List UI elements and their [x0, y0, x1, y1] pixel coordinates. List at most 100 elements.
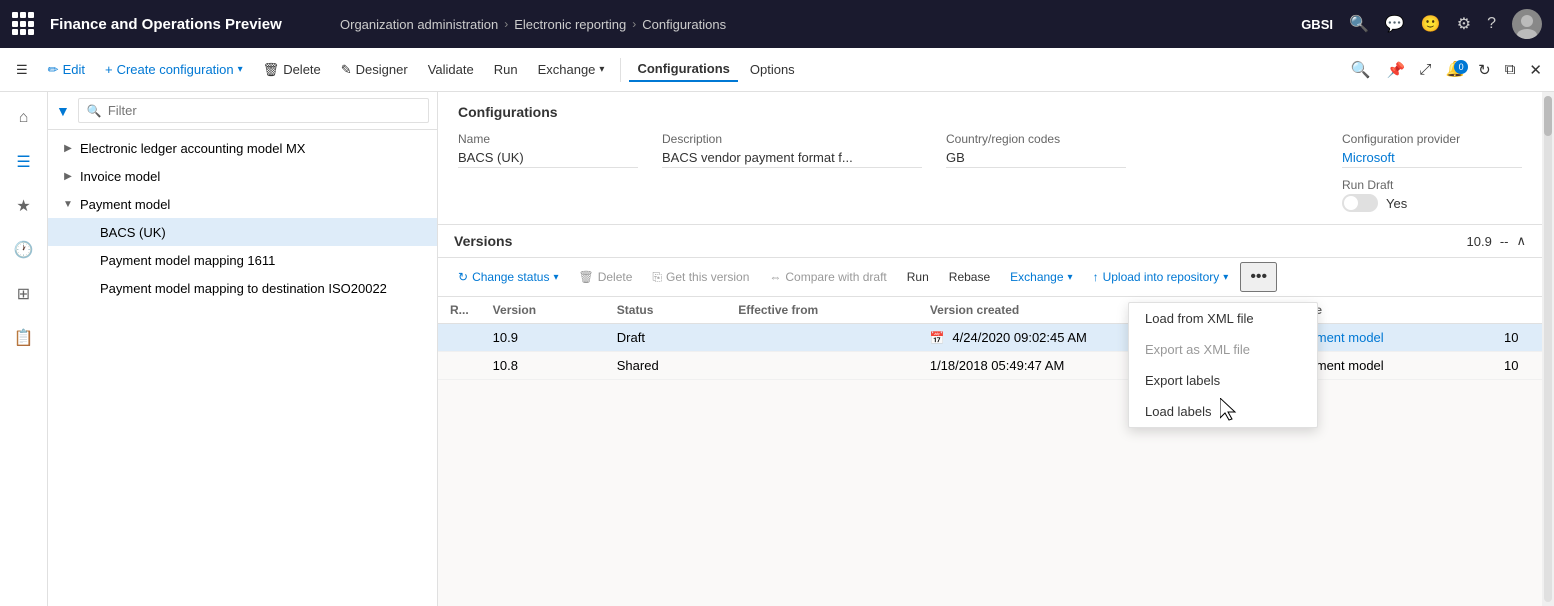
run-draft-toggle-row: Yes — [1342, 194, 1522, 212]
tree-item-payment-mapping-1611[interactable]: Payment model mapping 1611 — [48, 246, 437, 274]
search-icon[interactable]: 🔍 — [1349, 14, 1369, 34]
list-icon[interactable]: ☰ — [6, 144, 42, 180]
col-status: Status — [605, 297, 726, 324]
calendar-icon-109: 📅 — [930, 331, 945, 345]
tree-toggle-payment-model[interactable]: ▼ — [60, 196, 76, 212]
cell-version-108: 10.8 — [481, 352, 605, 380]
detail-header: Configurations Name BACS (UK) Descriptio… — [438, 92, 1542, 225]
settings-icon[interactable]: ⚙ — [1457, 14, 1471, 34]
detach-icon[interactable]: ⧉ — [1501, 57, 1520, 82]
exchange-dropdown-menu: Load from XML file Export as XML file Ex… — [1128, 302, 1318, 428]
breadcrumb-configs[interactable]: Configurations — [642, 17, 726, 32]
toolbar-right-icons: 📌 ⤢ 🔔 0 ↻ ⧉ ✕ — [1383, 57, 1546, 83]
waffle-icon[interactable] — [12, 12, 36, 36]
toggle-knob — [1344, 196, 1358, 210]
tree-toolbar: ▼ 🔍 — [48, 92, 437, 130]
tree-item-invoice-model[interactable]: ▶ Invoice model — [48, 162, 437, 190]
notification-icon-wrapper: 🔔 0 — [1441, 60, 1468, 79]
right-scrollbar[interactable] — [1542, 92, 1554, 606]
versions-toolbar: ↻ Change status ▾ 🗑 Delete ⎘ Get this ve… — [438, 258, 1542, 297]
tree-items: ▶ Electronic ledger accounting model MX … — [48, 130, 437, 606]
trash-icon-v: 🗑 — [578, 270, 593, 284]
validate-button[interactable]: Validate — [420, 58, 482, 81]
side-nav-icons: ⌂ ☰ ★ 🕐 ⊞ 📋 — [0, 92, 48, 606]
configurations-tab[interactable]: Configurations — [629, 57, 737, 82]
breadcrumb-sep-2: › — [632, 17, 636, 31]
tree-item-payment-mapping-iso[interactable]: Payment model mapping to destination ISO… — [48, 274, 437, 302]
get-this-version-button[interactable]: ⎘ Get this version — [644, 266, 757, 289]
compare-button[interactable]: ⇔ Compare with draft — [761, 266, 894, 288]
content-area: Configurations Name BACS (UK) Descriptio… — [438, 92, 1542, 606]
tree-item-bacs-uk[interactable]: BACS (UK) — [48, 218, 437, 246]
help-icon[interactable]: ? — [1487, 15, 1496, 33]
trash-icon: 🗑 — [263, 62, 280, 78]
options-tab[interactable]: Options — [742, 58, 803, 81]
exchange-button[interactable]: Exchange ▾ — [530, 58, 613, 81]
change-status-button[interactable]: ↻ Change status ▾ — [450, 266, 566, 288]
tree-item-electronic-ledger[interactable]: ▶ Electronic ledger accounting model MX — [48, 134, 437, 162]
versions-data-table: R... Version Status Effective from Versi… — [438, 297, 1542, 380]
run-button[interactable]: Run — [486, 58, 526, 81]
versions-exchange-button[interactable]: Exchange ▾ — [1002, 266, 1080, 288]
scrollbar-thumb — [1544, 96, 1552, 136]
pagination-collapse[interactable]: ∧ — [1516, 233, 1526, 249]
more-options-button[interactable]: ••• — [1240, 262, 1277, 292]
cell-r-109 — [438, 324, 481, 352]
org-badge: GBSI — [1301, 17, 1333, 32]
field-provider: Configuration provider Microsoft — [1342, 132, 1522, 168]
refresh-icon[interactable]: ↻ — [1474, 57, 1495, 83]
col-base-num — [1492, 297, 1542, 324]
versions-delete-button[interactable]: 🗑 Delete — [570, 266, 640, 288]
tree-item-payment-model[interactable]: ▼ Payment model — [48, 190, 437, 218]
edit-button[interactable]: ✏ Edit — [40, 58, 93, 82]
tree-toggle-electronic-ledger[interactable]: ▶ — [60, 140, 76, 156]
dropdown-export-xml[interactable]: Export as XML file — [1129, 334, 1317, 365]
col-r: R... — [438, 297, 481, 324]
table-row-v109[interactable]: 10.9 Draft 📅 4/24/2020 09:02:45 AM Payme… — [438, 324, 1542, 352]
dropdown-load-xml[interactable]: Load from XML file — [1129, 303, 1317, 334]
toolbar-search: 🔍 — [1351, 60, 1371, 80]
col-effective-from: Effective from — [726, 297, 918, 324]
upload-into-repo-button[interactable]: ↑ Upload into repository ▾ — [1085, 266, 1237, 288]
filter-input[interactable] — [108, 103, 420, 118]
filter-icon[interactable]: ▼ — [56, 103, 70, 119]
run-draft-toggle[interactable] — [1342, 194, 1378, 212]
breadcrumb-org-admin[interactable]: Organization administration — [340, 17, 498, 32]
hamburger-icon: ☰ — [16, 62, 28, 78]
versions-header: Versions 10.9 -- ∧ — [438, 225, 1542, 258]
versions-run-button[interactable]: Run — [899, 266, 937, 288]
filter-input-container: 🔍 — [78, 98, 429, 123]
chat-icon[interactable]: 💬 — [1385, 14, 1405, 34]
rebase-button[interactable]: Rebase — [941, 266, 998, 288]
avatar[interactable] — [1512, 9, 1542, 39]
table-row-v108[interactable]: 10.8 Shared 1/18/2018 05:49:47 AM Paymen… — [438, 352, 1542, 380]
hamburger-button[interactable]: ☰ — [8, 58, 36, 82]
designer-button[interactable]: ✎ Designer — [333, 58, 416, 82]
col-version: Version — [481, 297, 605, 324]
expand-icon[interactable]: ⤢ — [1415, 57, 1435, 82]
emoji-icon[interactable]: 🙂 — [1421, 14, 1441, 34]
versions-section: Versions 10.9 -- ∧ ↻ Change status ▾ 🗑 D… — [438, 225, 1542, 606]
toolbar-search-icon[interactable]: 🔍 — [1351, 60, 1371, 80]
dropdown-load-labels[interactable]: Load labels — [1129, 396, 1317, 427]
close-icon[interactable]: ✕ — [1525, 57, 1546, 83]
breadcrumb-er[interactable]: Electronic reporting — [514, 17, 626, 32]
dropdown-export-labels[interactable]: Export labels — [1129, 365, 1317, 396]
home-icon[interactable]: ⌂ — [6, 100, 42, 136]
star-icon[interactable]: ★ — [6, 188, 42, 224]
chevron-down-icon-2: ▾ — [599, 64, 604, 75]
cell-status-109: Draft — [605, 324, 726, 352]
compare-icon-v: ⇔ — [769, 270, 781, 284]
grid-icon[interactable]: ⊞ — [6, 276, 42, 312]
field-name: Name BACS (UK) — [458, 132, 638, 168]
content-fields: Name BACS (UK) Description BACS vendor p… — [458, 132, 1522, 212]
tree-toggle-invoice-model[interactable]: ▶ — [60, 168, 76, 184]
cell-effective-108 — [726, 352, 918, 380]
pin-icon[interactable]: 📌 — [1383, 57, 1410, 83]
plus-icon: + — [105, 62, 113, 77]
create-config-button[interactable]: + Create configuration ▾ — [97, 58, 251, 81]
clock-icon[interactable]: 🕐 — [6, 232, 42, 268]
delete-button[interactable]: 🗑 Delete — [255, 58, 329, 82]
notes-icon[interactable]: 📋 — [6, 320, 42, 356]
pagination-current: 10.9 — [1467, 234, 1492, 249]
